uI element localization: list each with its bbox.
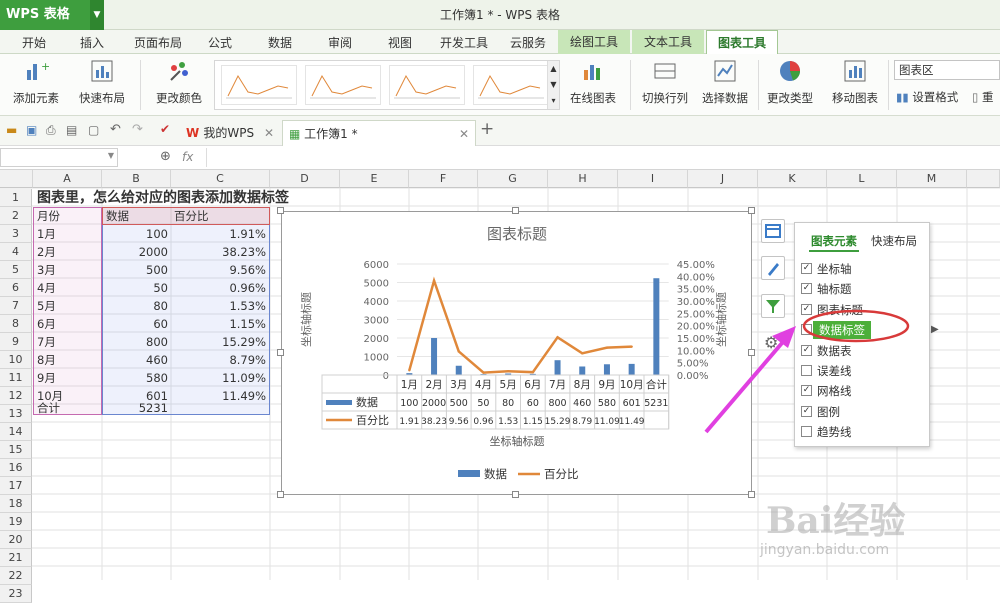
arrow-line [704,334,790,434]
arrow-head [772,326,796,348]
watermark-logo: Bai经验 [766,500,906,542]
highlight-ellipse [802,309,910,343]
row-header[interactable]: 23 [0,585,32,603]
watermark-url: jingyan.baidu.com [760,542,890,558]
